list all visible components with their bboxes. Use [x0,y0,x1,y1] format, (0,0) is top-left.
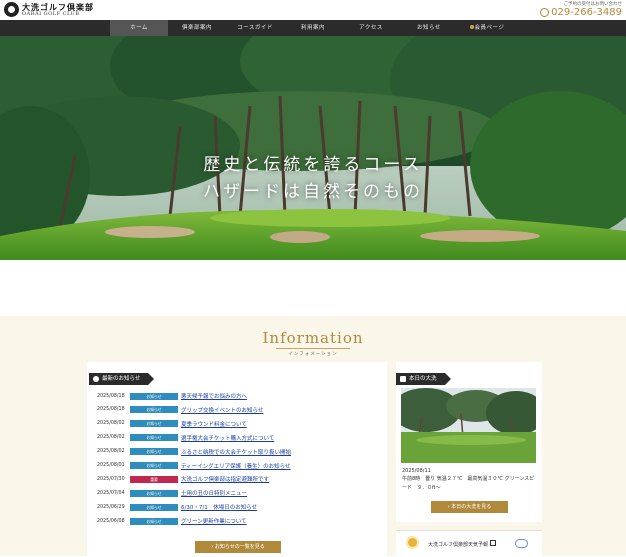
main-nav: ホーム 倶楽部案内 コースガイド 利用案内 アクセス お知らせ 会員ページ [0,20,626,36]
information-section: Information インフォメーション 最新のお知らせ 2025/08/18… [0,316,626,557]
news-row: 2025/08/02 お知らせ ふるさと納税での大会チケット取り扱い開始 [97,446,291,458]
news-row: 2025/08/18 お知らせ グリップ交換イベントのお知らせ [97,404,263,416]
news-category-badge: お知らせ [130,406,178,414]
nav-access[interactable]: アクセス [342,20,400,36]
news-date: 2025/08/01 [97,463,125,468]
nav-members[interactable]: 会員ページ [458,20,516,36]
hero-golf-course-image [0,36,626,260]
nav-usage-guide[interactable]: 利用案内 [284,20,342,36]
news-date: 2025/08/02 [97,449,125,455]
news-title-link[interactable]: 夏季ラウンド料金について [181,420,247,428]
news-title-link[interactable]: 選手権大会チケット購入方式について [181,434,274,442]
logo-english: OARAI GOLF CLUB [22,10,80,17]
information-subtitle: インフォメーション [288,352,338,357]
external-link-icon [490,540,497,546]
news-row: 2025/06/08 お知らせ グリーン更新作業について [97,515,247,527]
information-title: Information [262,329,364,347]
logo-emblem-icon [4,2,19,17]
contact-block: ご予約の受付はお問い合わせ 029-266-3489 [540,1,622,18]
hero-headline-2: ハザードは自然そのもの [203,182,423,202]
news-category-badge: お知らせ [130,434,178,442]
news-tab: 最新のお知らせ [89,373,155,385]
news-tab-label: 最新のお知らせ [102,376,141,382]
news-date: 2025/06/29 [97,504,125,510]
today-photo[interactable] [401,388,536,463]
news-row: 2025/08/02 お知らせ 夏季ラウンド料金について [97,418,247,430]
title-divider [276,348,350,349]
today-detail-button[interactable]: › 本日の大洗を見る [431,501,508,513]
news-row: 2025/08/18 お知らせ 悪天候予報でお悩みの方へ [97,390,247,402]
news-title-link[interactable]: グリーン更新作業について [181,517,247,525]
clock-icon [93,376,99,382]
hero-headline-1: 歴史と伝統を誇るコース [203,155,423,175]
news-row: 2025/07/30 重要 大洗ゴルフ倶楽部は指定避難所です [97,473,269,485]
nav-home[interactable]: ホーム [110,20,168,36]
news-date: 2025/07/30 [97,476,125,482]
news-title-link[interactable]: グリップ交換イベントのお知らせ [181,406,263,414]
news-date: 2025/08/18 [97,407,125,413]
news-title-link[interactable]: ふるさと納税での大会チケット取り扱い開始 [181,448,291,456]
news-category-badge: お知らせ [130,489,178,497]
key-icon [469,25,474,29]
today-course-image [401,388,536,463]
cloud-icon [515,539,528,548]
weather-forecast-link[interactable]: 大洗ゴルフ倶楽部天気予報 [396,530,542,557]
news-card: 最新のお知らせ 2025/08/18 お知らせ 悪天候予報でお悩みの方へ 2025/0… [87,362,387,556]
today-report: 午前8時 曇り 気温２７℃ 最高気温３０℃ グリーンスピード ９．０ft～ [402,476,535,491]
today-card: 本日の大洗 2025/08/11 午前8時 曇り 気温２７℃ 最高気温３０℃ グ… [396,362,542,522]
nav-members-label: 会員ページ [474,25,505,31]
site-header: 大洗ゴルフ倶楽部 OARAI GOLF CLUB ご予約の受付はお問い合わせ 0… [0,0,626,20]
news-title-link[interactable]: 6/30・7/1 休場日のお知らせ [181,503,257,511]
news-row: 2025/08/02 お知らせ 選手権大会チケット購入方式について [97,432,274,444]
camera-icon [400,376,406,382]
today-tab-label: 本日の大洗 [409,376,437,382]
news-category-badge: お知らせ [130,517,178,525]
logo-japanese: 大洗ゴルフ倶楽部 [22,1,94,12]
today-tab: 本日の大洗 [396,373,450,385]
news-title-link[interactable]: 土用の丑の日特別メニュー [181,489,247,497]
news-category-badge: お知らせ [130,392,178,400]
news-title-link[interactable]: 大洗ゴルフ倶楽部は指定避難所です [181,475,269,483]
site-logo[interactable]: 大洗ゴルフ倶楽部 OARAI GOLF CLUB [4,2,94,17]
news-list-button[interactable]: › お知らせの一覧を見る [195,541,281,553]
news-title-link[interactable]: 悪天候予報でお悩みの方へ [181,392,247,400]
weather-link-label: 大洗ゴルフ倶楽部天気予報 [428,542,489,548]
nav-club-guide[interactable]: 倶楽部案内 [168,20,226,36]
sun-icon [408,538,417,547]
phone-number: 029-266-3489 [551,7,622,18]
news-date: 2025/08/02 [97,435,125,441]
news-category-badge: お知らせ [130,448,178,456]
news-category-badge: お知らせ [130,462,178,469]
today-date: 2025/08/11 [402,468,431,474]
news-date: 2025/07/04 [97,490,125,496]
news-row: 2025/08/01 お知らせ ティーイングエリア保護（養生）のお知らせ [97,460,291,472]
news-date: 2025/06/08 [97,518,125,524]
phone-icon [540,8,550,17]
news-date: 2025/08/02 [97,421,125,427]
news-category-badge: 重要 [130,475,178,483]
phone-link[interactable]: 029-266-3489 [540,7,622,18]
nav-news[interactable]: お知らせ [400,20,458,36]
news-title-link[interactable]: ティーイングエリア保護（養生）のお知らせ [181,462,291,470]
news-date: 2025/08/18 [97,393,125,399]
nav-course-guide[interactable]: コースガイド [226,20,284,36]
news-row: 2025/07/04 お知らせ 土用の丑の日特別メニュー [97,487,247,499]
news-category-badge: お知らせ [130,420,178,428]
news-category-badge: お知らせ [130,503,178,511]
hero-banner: 歴史と伝統を誇るコース ハザードは自然そのもの [0,36,626,260]
news-row: 2025/06/29 お知らせ 6/30・7/1 休場日のお知らせ [97,501,257,513]
